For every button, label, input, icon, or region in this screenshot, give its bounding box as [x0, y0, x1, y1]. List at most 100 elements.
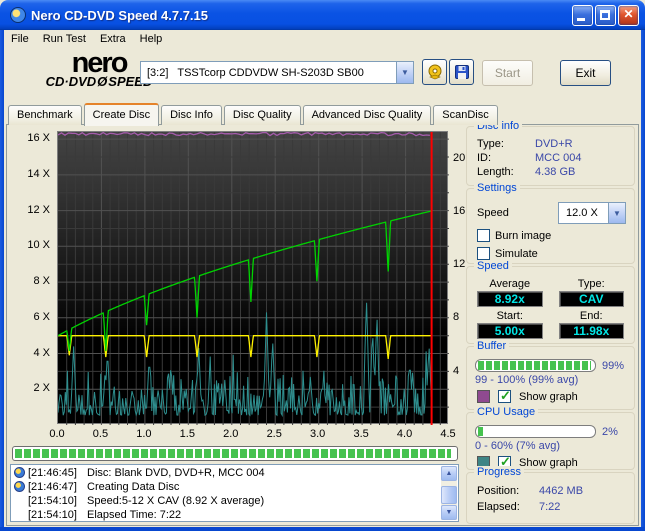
tab-benchmark[interactable]: Benchmark: [8, 105, 82, 125]
start-button[interactable]: Start: [482, 60, 533, 86]
eject-disc-button[interactable]: [422, 59, 447, 85]
log-entry[interactable]: [21:46:45] Disc: Blank DVD, DVD+R, MCC 00…: [11, 466, 458, 479]
progress-label: Position:: [477, 485, 520, 497]
log-entry[interactable]: [21:54:10] Speed:5-12 X CAV (8.92 X avera…: [11, 494, 458, 507]
speed-cell-label: Type:: [577, 278, 605, 290]
y-left-tick: 14 X: [27, 167, 50, 180]
y-left-tick: 8 X: [33, 275, 50, 288]
y-left-tick: 6 X: [33, 310, 50, 323]
tab-disc-quality[interactable]: Disc Quality: [223, 105, 301, 125]
burn-image-checkbox[interactable]: [477, 229, 490, 242]
buffer-percent: 99%: [602, 359, 625, 372]
scroll-down-icon[interactable]: ▼: [441, 505, 457, 520]
disc-info-value: DVD+R: [535, 138, 573, 150]
exit-button[interactable]: Exit: [560, 60, 611, 86]
x-tick: 4.5: [440, 428, 456, 440]
app-icon: [10, 7, 26, 23]
buffer-meter: [475, 359, 596, 372]
write-speed-line: [58, 210, 432, 352]
buffer-show-graph-checkbox[interactable]: ✓: [498, 388, 511, 403]
speed-select-value: 12.0 X: [566, 207, 598, 219]
progress-label: Elapsed:: [477, 501, 520, 513]
speed-cell-readout: 11.98x: [558, 323, 624, 339]
speed-cell-readout: CAV: [558, 291, 624, 307]
window-border-left: [0, 28, 4, 531]
progress-title: Progress: [474, 466, 525, 478]
minimize-button[interactable]: [572, 4, 593, 26]
simulate-checkbox[interactable]: [477, 247, 490, 260]
burn-progress-fill: [15, 449, 451, 458]
close-button[interactable]: ✕: [618, 4, 639, 26]
setting-simulate: Simulate: [477, 247, 634, 260]
disc-info-label: Type:: [477, 138, 504, 150]
x-tick: 3.0: [310, 428, 326, 440]
buffer-title: Buffer: [474, 340, 510, 352]
disc-info-label: ID:: [477, 152, 492, 164]
disc-info-group: Disc info Type: DVD+R ID: MCC 004 Length: 4.3…: [466, 120, 635, 186]
speed-cell-end-: End: 11.98x: [558, 310, 624, 339]
check-icon: ✓: [500, 388, 511, 403]
tab-create-disc[interactable]: Create Disc: [83, 103, 160, 126]
disc-info-value: 4.38 GB: [535, 166, 576, 178]
buffer-range: 99 - 100% (99% avg): [475, 374, 579, 386]
cpu-meter-fill: [478, 427, 483, 436]
buffer-show-graph-label: Show graph: [519, 390, 578, 403]
eject-disc-icon: [428, 64, 441, 80]
cpu-percent: 2%: [602, 425, 618, 438]
scroll-up-icon[interactable]: ▲: [441, 466, 457, 481]
y-left-tick: 12 X: [27, 203, 50, 216]
chevron-down-icon[interactable]: ▼: [608, 203, 625, 223]
log-entry[interactable]: [21:54:10] Elapsed Time: 7:22: [11, 508, 458, 521]
log-timestamp: [21:54:10]: [28, 494, 77, 507]
speed-cell-label: End:: [579, 310, 603, 322]
speed-cell-start-: Start: 5.00x: [477, 310, 543, 339]
y-left-tick: 10 X: [27, 239, 50, 252]
log-scrollbar[interactable]: ▲ ▼: [441, 466, 457, 520]
speed-label: Speed: [477, 207, 509, 219]
x-tick: 3.5: [353, 428, 369, 440]
title-bar[interactable]: Nero CD-DVD Speed 4.7.7.15 ✕: [0, 0, 645, 30]
speed-select[interactable]: 12.0 X ▼: [558, 202, 626, 224]
drive-select-value: [3:2] TSSTcorp CDDVDW SH-S203D SB00: [147, 66, 364, 79]
disc-log-icon: [14, 467, 25, 478]
x-tick: 2.5: [266, 428, 282, 440]
speed-cell-readout: 8.92x: [477, 291, 543, 307]
x-tick: 2.0: [223, 428, 239, 440]
app-window: Nero CD-DVD Speed 4.7.7.15 ✕ File Run Tes…: [0, 0, 645, 531]
tab-advanced-disc-quality[interactable]: Advanced Disc Quality: [302, 105, 432, 125]
save-icon: [454, 65, 469, 79]
log-timestamp: [21:54:10]: [28, 508, 77, 521]
drive-select[interactable]: [3:2] TSSTcorp CDDVDW SH-S203D SB00 ▼: [140, 61, 414, 84]
status-log-rows: [21:46:45] Disc: Blank DVD, DVD+R, MCC 00…: [11, 466, 458, 521]
maximize-icon: [600, 9, 610, 20]
progress-value: 4462 MB: [539, 485, 584, 497]
simulate-label: Simulate: [495, 247, 538, 260]
maximize-button[interactable]: [595, 4, 616, 26]
log-entry[interactable]: [21:46:47] Creating Data Disc: [11, 480, 458, 493]
menu-file[interactable]: File: [4, 32, 36, 46]
tab-disc-info[interactable]: Disc Info: [161, 105, 222, 125]
log-text: Disc: Blank DVD, DVD+R, MCC 004: [87, 466, 265, 479]
settings-title: Settings: [474, 182, 520, 194]
speed-cell-type-: Type: CAV: [558, 278, 624, 307]
minimize-icon: [577, 17, 585, 21]
window-border-right: [641, 28, 645, 531]
save-button[interactable]: [449, 59, 474, 85]
x-tick: 1.5: [179, 428, 195, 440]
buffer-color-swatch: [477, 390, 490, 403]
disc-glyph-icon: Ø: [97, 74, 108, 89]
disc-info-label: Length:: [477, 166, 514, 178]
log-timestamp: [21:46:47]: [28, 480, 77, 493]
cpu-meter: [475, 425, 596, 438]
speed-cell-readout: 5.00x: [477, 323, 543, 339]
log-text: Elapsed Time: 7:22: [87, 508, 182, 521]
menu-run-test[interactable]: Run Test: [36, 32, 93, 46]
menu-help[interactable]: Help: [133, 32, 170, 46]
menu-extra[interactable]: Extra: [93, 32, 133, 46]
tab-scandisc[interactable]: ScanDisc: [433, 105, 498, 125]
chevron-down-icon[interactable]: ▼: [396, 62, 413, 83]
scrollbar-thumb[interactable]: [441, 486, 457, 504]
disc-log-icon: [14, 481, 25, 492]
close-icon: ✕: [623, 6, 634, 21]
progress-group: Progress Position: 4462 MB Elapsed: 7:22: [466, 466, 635, 524]
